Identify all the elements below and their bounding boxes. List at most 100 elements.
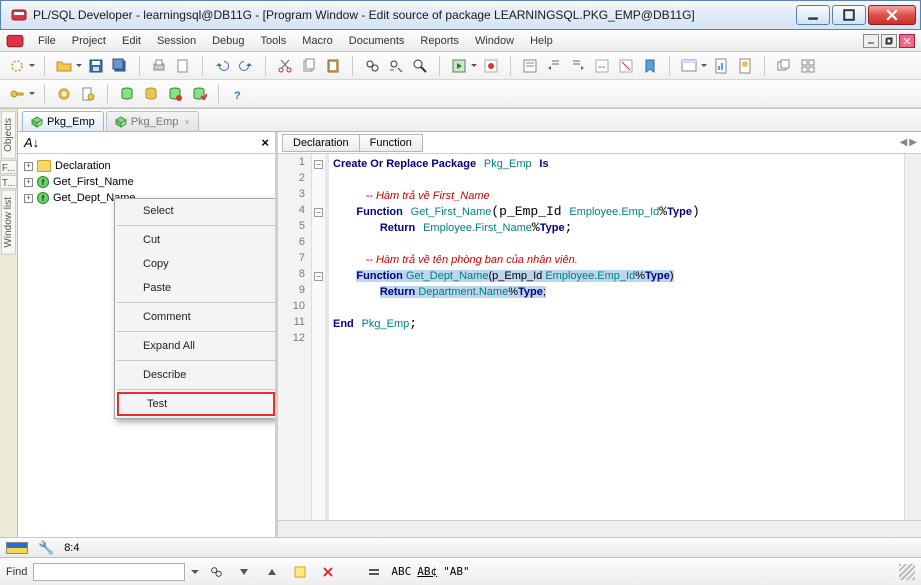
open-dropdown[interactable] — [75, 61, 83, 70]
fold-marker[interactable]: − — [314, 272, 323, 281]
key-dropdown[interactable] — [28, 89, 36, 98]
size-grip[interactable] — [899, 564, 915, 580]
menu-documents[interactable]: Documents — [341, 33, 413, 49]
uncomment-button[interactable] — [615, 55, 637, 77]
bookmark-button[interactable] — [639, 55, 661, 77]
break-button[interactable] — [480, 55, 502, 77]
new-doc-button[interactable] — [172, 55, 194, 77]
report2-button[interactable] — [734, 55, 756, 77]
find-button[interactable] — [361, 55, 383, 77]
find-close-icon[interactable] — [317, 561, 339, 583]
cut-button[interactable] — [274, 55, 296, 77]
find-dropdown-icon[interactable] — [191, 570, 199, 578]
help-button[interactable]: ? — [227, 83, 249, 105]
fold-marker[interactable]: − — [314, 208, 323, 217]
new-dropdown[interactable] — [28, 61, 36, 70]
gear-button[interactable] — [53, 83, 75, 105]
menu-help[interactable]: Help — [522, 33, 561, 49]
copy-button[interactable] — [298, 55, 320, 77]
tree-node-declaration[interactable]: + Declaration — [20, 158, 273, 174]
indent-right-button[interactable] — [567, 55, 589, 77]
wrench-icon[interactable]: 🔧 — [38, 540, 54, 556]
menu-tools[interactable]: Tools — [253, 33, 295, 49]
comment-button[interactable]: -- — [591, 55, 613, 77]
replace-button[interactable] — [385, 55, 407, 77]
tile-button[interactable] — [797, 55, 819, 77]
cascade-button[interactable] — [773, 55, 795, 77]
tab-pkg-emp-active[interactable]: Pkg_Emp — [22, 111, 104, 131]
minimize-button[interactable] — [796, 5, 830, 25]
maximize-button[interactable] — [832, 5, 866, 25]
report-button[interactable] — [710, 55, 732, 77]
undo-button[interactable] — [211, 55, 233, 77]
gear-doc-button[interactable] — [77, 83, 99, 105]
mdi-restore-button[interactable] — [881, 34, 897, 48]
tree-node-get-first-name[interactable]: + f Get_First_Name — [20, 174, 273, 190]
find-down-icon[interactable] — [233, 561, 255, 583]
side-tab-f[interactable]: F... — [0, 160, 17, 174]
find-opt1-icon[interactable] — [363, 561, 385, 583]
bc-declaration[interactable]: Declaration — [282, 134, 360, 152]
browser-dropdown[interactable] — [700, 61, 708, 70]
ctx-paste[interactable]: Paste — [115, 276, 275, 300]
db-commit-button[interactable] — [188, 83, 210, 105]
find-input[interactable] — [33, 563, 185, 581]
new-button[interactable] — [6, 55, 28, 77]
open-button[interactable] — [53, 55, 75, 77]
expander-icon[interactable]: + — [24, 194, 33, 203]
print-button[interactable] — [148, 55, 170, 77]
menu-reports[interactable]: Reports — [412, 33, 467, 49]
indent-left-button[interactable] — [543, 55, 565, 77]
menu-project[interactable]: Project — [64, 33, 114, 49]
tab-close-icon[interactable]: × — [184, 117, 189, 127]
save-button[interactable] — [85, 55, 107, 77]
browser-button[interactable] — [678, 55, 700, 77]
find-search-icon[interactable] — [205, 561, 227, 583]
ctx-copy[interactable]: Copy — [115, 252, 275, 276]
side-tab-objects[interactable]: Objects — [1, 111, 16, 159]
expander-icon[interactable]: + — [24, 162, 33, 171]
findnext-button[interactable] — [409, 55, 431, 77]
code-editor[interactable]: Create Or Replace Package Pkg_Emp Is -- … — [329, 154, 904, 520]
execute-dropdown[interactable] — [470, 61, 478, 70]
menu-edit[interactable]: Edit — [114, 33, 149, 49]
ctx-test[interactable]: Test — [117, 392, 275, 416]
saveall-button[interactable] — [109, 55, 131, 77]
execute-button[interactable] — [448, 55, 470, 77]
tree-close-icon[interactable]: × — [261, 135, 269, 150]
side-tab-t[interactable]: T... — [0, 175, 17, 189]
menu-debug[interactable]: Debug — [204, 33, 252, 49]
redo-button[interactable] — [235, 55, 257, 77]
menu-file[interactable]: File — [30, 33, 64, 49]
tab-pkg-emp-inactive[interactable]: Pkg_Emp × — [106, 111, 199, 131]
bc-function[interactable]: Function — [359, 134, 423, 152]
menu-session[interactable]: Session — [149, 33, 204, 49]
ctx-cut[interactable]: Cut — [115, 228, 275, 252]
tree-body[interactable]: + Declaration + f Get_First_Name + f Get… — [18, 154, 275, 537]
find-up-icon[interactable] — [261, 561, 283, 583]
paste-button[interactable] — [322, 55, 344, 77]
menu-macro[interactable]: Macro — [294, 33, 341, 49]
bc-prev-icon[interactable]: ◀ — [900, 137, 908, 148]
fold-marker[interactable]: − — [314, 160, 323, 169]
ctx-describe[interactable]: Describe — [115, 363, 275, 387]
horizontal-scrollbar[interactable] — [278, 520, 921, 537]
ctx-select[interactable]: Select — [115, 199, 275, 223]
vertical-scrollbar[interactable] — [904, 154, 921, 520]
ctx-expand-all[interactable]: Expand All — [115, 334, 275, 358]
db-red-button[interactable] — [164, 83, 186, 105]
db-green-button[interactable] — [116, 83, 138, 105]
mdi-close-button[interactable] — [899, 34, 915, 48]
sort-icon[interactable]: A↓ — [24, 135, 39, 150]
close-button[interactable] — [868, 5, 916, 25]
find-case-icon[interactable]: ABC — [391, 565, 411, 578]
side-tab-windowlist[interactable]: Window list — [1, 190, 16, 255]
ctx-comment[interactable]: Comment — [115, 305, 275, 329]
find-highlight-icon[interactable] — [289, 561, 311, 583]
expander-icon[interactable]: + — [24, 178, 33, 187]
db-sql-button[interactable] — [140, 83, 162, 105]
find-word-icon[interactable]: AB¢ — [417, 565, 437, 578]
key-button[interactable] — [6, 83, 28, 105]
menu-window[interactable]: Window — [467, 33, 522, 49]
mdi-minimize-button[interactable] — [863, 34, 879, 48]
